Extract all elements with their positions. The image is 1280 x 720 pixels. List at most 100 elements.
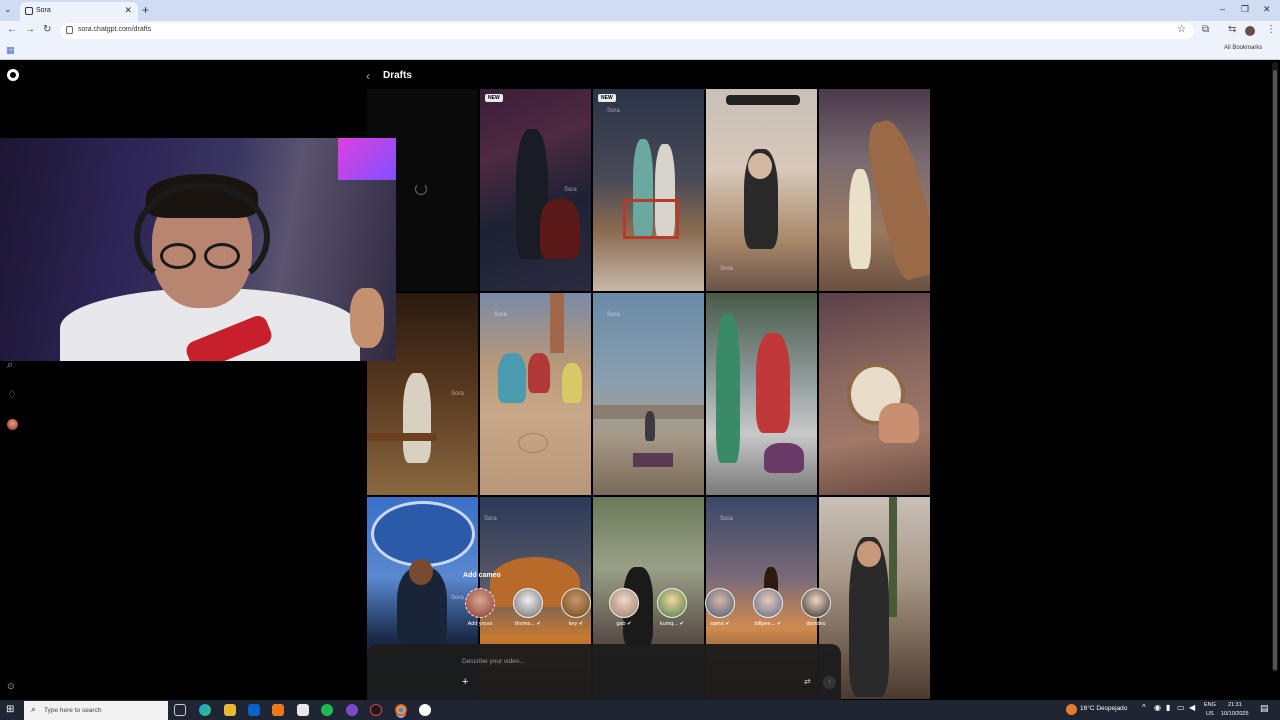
scrollbar-thumb[interactable] [1273,70,1277,670]
verified-icon: ✔ [627,621,632,627]
spotify-icon[interactable] [321,704,333,716]
cameo-item[interactable]: sama ✔ [703,588,737,627]
sora-watermark: Sora [451,391,464,397]
draft-tile[interactable]: Sora [706,89,817,291]
cameo-avatar [705,588,735,618]
chrome-icon[interactable] [395,704,407,716]
browser-tab[interactable]: Sora ✕ [20,2,138,21]
cameo-name: Add yours [467,621,493,627]
weather-text[interactable]: 16°C Despejado [1080,705,1127,712]
tab-search-icon[interactable]: ⌄ [4,4,12,15]
reload-icon[interactable]: ↻ [43,24,51,35]
cameo-item[interactable]: gab ✔ [607,588,641,627]
new-tab-icon[interactable]: + [142,3,149,17]
windows-start-icon[interactable]: ⊞ [6,704,14,715]
cameo-name-text: thoma... [514,621,535,627]
close-tab-icon[interactable]: ✕ [124,5,132,16]
close-window-icon[interactable]: ✕ [1263,4,1271,15]
cameo-item[interactable]: billpee... ✔ [751,588,785,627]
draft-tile[interactable]: Sora [593,293,704,495]
url-text: sora.chatgpt.com/drafts [78,26,152,33]
back-icon[interactable]: ← [7,24,17,35]
cameo-item[interactable]: kumq... ✔ [655,588,689,627]
settings-sliders-icon[interactable]: ⇄ [804,677,811,686]
cameo-name-text: kumq... [659,621,678,627]
vlc-icon[interactable] [272,704,284,716]
cameo-item[interactable]: thoma... ✔ [511,588,545,627]
verified-icon: ✔ [776,621,782,627]
sora-logo-icon[interactable] [7,69,19,81]
bookmark-star-icon[interactable]: ☆ [1177,24,1186,35]
sora-watermark: Sora [720,516,733,522]
chrome-menu-icon[interactable]: ⋮ [1266,24,1276,35]
sora-favicon-icon [25,7,33,15]
forward-icon[interactable]: → [25,24,35,35]
cameo-avatar [465,588,495,618]
describe-video-input[interactable] [462,655,802,667]
cameo-item[interactable]: key ✔ [559,588,593,627]
site-info-icon[interactable] [66,26,73,34]
app-icon[interactable] [346,704,358,716]
draft-tile[interactable]: NEW Sora [480,89,591,291]
outlook-icon[interactable] [248,704,260,716]
cameo-avatar [561,588,591,618]
clock-time[interactable]: 21:31 [1228,702,1242,708]
sora-watermark: Sora [451,595,464,601]
cameo-name-text: key [568,621,578,627]
tab-title: Sora [36,7,51,14]
volume-icon[interactable]: ◀ [1189,703,1195,712]
apps-grid-icon[interactable]: ▦ [6,45,15,56]
sora-watermark: Sora [720,266,733,272]
extensions-icon[interactable]: ⧉ [1202,24,1209,35]
network-icon[interactable]: ▭ [1177,703,1185,712]
notification-center-icon[interactable]: ▤ [1260,703,1269,714]
send-button[interactable]: ↑ [823,676,836,689]
minimize-icon[interactable]: – [1220,4,1225,14]
back-chevron-icon[interactable]: ‹ [366,69,370,83]
chatgpt-icon[interactable] [419,704,431,716]
cameo-name-text: gab [616,621,626,627]
add-cameo-label: Add cameo [463,572,501,579]
restore-icon[interactable]: ❐ [1241,4,1249,15]
profile-avatar[interactable] [1245,26,1255,36]
sora-watermark: Sora [564,187,577,193]
obs-icon[interactable] [370,704,382,716]
cameo-name: sama ✔ [703,621,737,627]
cameo-name: thoma... ✔ [511,621,545,627]
tab-strip-icon[interactable]: ⇆ [1228,24,1236,35]
add-attachment-button[interactable]: + [462,676,468,688]
cameo-avatar [657,588,687,618]
file-explorer-icon[interactable] [224,704,236,716]
draft-tile[interactable] [706,293,817,495]
draft-tile[interactable]: NEW Sora [593,89,704,291]
cameo-avatar [753,588,783,618]
cameo-name: key ✔ [559,621,593,627]
all-bookmarks-button[interactable]: All Bookmarks [1224,45,1262,51]
microphone-icon[interactable]: ▮ [1166,703,1170,712]
browser-tab-strip [0,0,1280,21]
search-icon: ⌕ [31,704,37,714]
task-view-icon[interactable] [174,704,186,716]
tray-chevron-icon[interactable]: ^ [1142,703,1146,712]
cameo-item[interactable]: davideu [799,588,833,627]
cameo-add-yours[interactable]: Add yours [463,588,497,627]
settings-icon[interactable]: ⊙ [7,681,15,692]
clock-date[interactable]: 10/10/2025 [1221,711,1249,717]
language-bottom[interactable]: US [1206,711,1214,717]
store-icon[interactable] [297,704,309,716]
edge-icon[interactable] [199,704,211,716]
notifications-icon[interactable]: ♢ [7,388,17,401]
tray-app-icon[interactable]: ◉ [1154,703,1161,712]
cameo-avatar [609,588,639,618]
webcam-overlay [0,138,396,361]
language-top[interactable]: ENG [1204,702,1216,708]
draft-tile[interactable]: Sora [480,293,591,495]
address-bar[interactable]: sora.chatgpt.com/drafts ☆ [60,23,1194,39]
draft-tile[interactable] [819,293,930,495]
verified-icon: ✔ [536,621,541,627]
taskbar-search-box[interactable]: ⌕ Type here to search [24,701,168,720]
draft-tile[interactable] [819,89,930,291]
prompt-composer [367,644,841,700]
cameo-avatar [513,588,543,618]
user-avatar[interactable] [7,419,18,430]
